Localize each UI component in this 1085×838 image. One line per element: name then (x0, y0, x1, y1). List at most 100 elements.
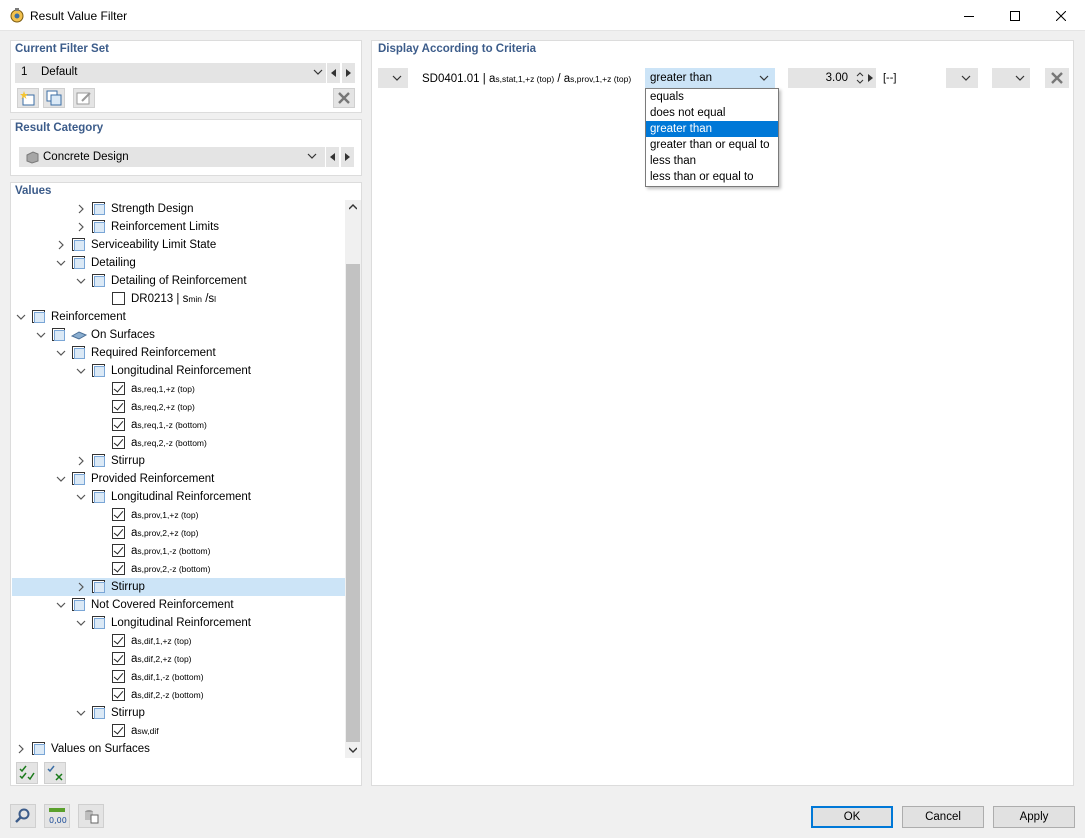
tree-checkbox[interactable] (112, 436, 125, 449)
minimize-button[interactable] (946, 0, 992, 31)
search-button[interactable] (10, 804, 36, 828)
cancel-button[interactable]: Cancel (902, 806, 984, 828)
filter-set-next-button[interactable] (341, 63, 355, 83)
tree-row[interactable]: Stirrup (12, 704, 345, 722)
tree-checkbox[interactable] (112, 400, 125, 413)
next-criterion-combo[interactable] (992, 68, 1030, 88)
tree-checkbox[interactable] (92, 490, 105, 503)
chevron-down-icon[interactable] (16, 312, 26, 322)
chevron-right-icon[interactable] (16, 744, 26, 754)
tree-checkbox[interactable] (92, 202, 105, 215)
delete-criterion-button[interactable] (1045, 68, 1069, 88)
chevron-down-icon[interactable] (56, 474, 66, 484)
tree-row[interactable]: as,dif,2,+z (top) (12, 650, 345, 668)
chevron-down-icon[interactable] (56, 600, 66, 610)
tree-checkbox[interactable] (92, 274, 105, 287)
tree-row[interactable]: Longitudinal Reinforcement (12, 362, 345, 380)
chevron-right-icon[interactable] (76, 204, 86, 214)
chevron-down-icon[interactable] (76, 492, 86, 502)
chevron-right-icon[interactable] (76, 456, 86, 466)
chevron-right-icon[interactable] (76, 222, 86, 232)
logic-combo[interactable] (946, 68, 978, 88)
tree-row[interactable]: as,dif,1,+z (top) (12, 632, 345, 650)
tree-row[interactable]: as,prov,2,+z (top) (12, 524, 345, 542)
chevron-down-icon[interactable] (76, 366, 86, 376)
tree-row[interactable]: Reinforcement (12, 308, 345, 326)
tree-row[interactable]: as,req,1,-z (bottom) (12, 416, 345, 434)
units-button[interactable] (78, 804, 104, 828)
tree-row[interactable]: as,dif,2,-z (bottom) (12, 686, 345, 704)
ok-button[interactable]: OK (811, 806, 893, 828)
result-category-combo[interactable]: Concrete Design (19, 147, 326, 167)
filter-set-combo[interactable]: 1 Default (15, 63, 337, 83)
scroll-up-icon[interactable] (349, 204, 357, 210)
tree-checkbox[interactable] (112, 526, 125, 539)
tree-row[interactable]: as,req,1,+z (top) (12, 380, 345, 398)
tree-checkbox[interactable] (92, 580, 105, 593)
criterion-toggle-combo[interactable] (378, 68, 408, 88)
result-category-prev-button[interactable] (325, 147, 339, 167)
filter-set-prev-button[interactable] (326, 63, 340, 83)
operator-option[interactable]: greater than (646, 121, 778, 137)
tree-row[interactable]: Stirrup (12, 578, 345, 596)
spin-arrows-icon[interactable] (856, 71, 864, 85)
tree-row[interactable]: as,req,2,-z (bottom) (12, 434, 345, 452)
chevron-right-icon[interactable] (76, 582, 86, 592)
tree-checkbox[interactable] (92, 220, 105, 233)
operator-option[interactable]: less than or equal to (646, 169, 778, 185)
chevron-down-icon[interactable] (76, 708, 86, 718)
chevron-right-icon[interactable] (56, 240, 66, 250)
tree-row[interactable]: Required Reinforcement (12, 344, 345, 362)
threshold-spinner[interactable]: 3.00 (788, 68, 876, 88)
tree-row[interactable]: as,prov,2,-z (bottom) (12, 560, 345, 578)
maximize-button[interactable] (992, 0, 1038, 31)
tree-checkbox[interactable] (72, 238, 85, 251)
tree-checkbox[interactable] (92, 454, 105, 467)
tree-checkbox[interactable] (72, 346, 85, 359)
values-scrollbar[interactable] (345, 200, 361, 758)
tree-checkbox[interactable] (32, 742, 45, 755)
chevron-down-icon[interactable] (36, 330, 46, 340)
tree-checkbox[interactable] (72, 472, 85, 485)
tree-checkbox[interactable] (32, 310, 45, 323)
tree-checkbox[interactable] (72, 598, 85, 611)
tree-row[interactable]: DR0213 | smin /sl (12, 290, 345, 308)
tree-checkbox[interactable] (112, 634, 125, 647)
operator-combo[interactable]: greater than (645, 68, 775, 88)
tree-checkbox[interactable] (112, 724, 125, 737)
tree-row[interactable]: Strength Design (12, 200, 345, 218)
uncheck-button[interactable] (44, 762, 66, 784)
tree-checkbox[interactable] (92, 364, 105, 377)
new-filter-button[interactable] (17, 88, 39, 108)
tree-row[interactable]: as,prov,1,+z (top) (12, 506, 345, 524)
scroll-thumb[interactable] (346, 264, 360, 742)
tree-checkbox[interactable] (112, 688, 125, 701)
tree-checkbox[interactable] (112, 508, 125, 521)
triangle-right-icon[interactable] (868, 74, 873, 82)
tree-checkbox[interactable] (112, 670, 125, 683)
tree-checkbox[interactable] (92, 616, 105, 629)
tree-checkbox[interactable] (72, 256, 85, 269)
tree-row[interactable]: Provided Reinforcement (12, 470, 345, 488)
operator-option[interactable]: less than (646, 153, 778, 169)
operator-option[interactable]: greater than or equal to (646, 137, 778, 153)
chevron-down-icon[interactable] (56, 348, 66, 358)
check-all-button[interactable] (16, 762, 38, 784)
tree-row[interactable]: as,prov,1,-z (bottom) (12, 542, 345, 560)
close-button[interactable] (1038, 0, 1084, 31)
tree-row[interactable]: Not Covered Reinforcement (12, 596, 345, 614)
tree-row[interactable]: Detailing (12, 254, 345, 272)
tree-checkbox[interactable] (112, 382, 125, 395)
tree-row[interactable]: as,dif,1,-z (bottom) (12, 668, 345, 686)
number-format-button[interactable]: 0,00 (44, 804, 70, 828)
tree-row[interactable]: Serviceability Limit State (12, 236, 345, 254)
chevron-down-icon[interactable] (76, 276, 86, 286)
tree-row[interactable]: Values on Surfaces (12, 740, 345, 758)
scroll-down-icon[interactable] (349, 747, 357, 753)
tree-row[interactable]: Longitudinal Reinforcement (12, 488, 345, 506)
chevron-down-icon[interactable] (56, 258, 66, 268)
tree-row[interactable]: as,req,2,+z (top) (12, 398, 345, 416)
tree-row[interactable]: Reinforcement Limits (12, 218, 345, 236)
tree-checkbox[interactable] (112, 652, 125, 665)
tree-checkbox[interactable] (112, 292, 125, 305)
